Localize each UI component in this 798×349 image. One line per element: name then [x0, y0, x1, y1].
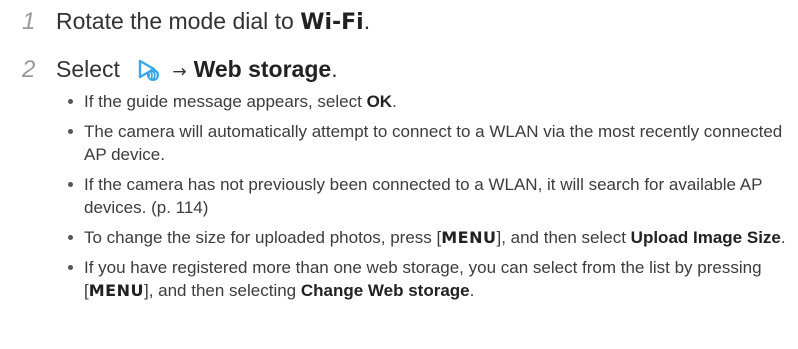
bullet-text: If the guide message appears, select	[84, 92, 367, 111]
step-number: 1	[22, 8, 36, 35]
bullet-list: If the guide message appears, select OK.…	[66, 90, 786, 309]
list-item: If the guide message appears, select OK.	[66, 90, 786, 113]
step-number: 2	[22, 56, 36, 83]
svg-text:))): )))	[149, 72, 157, 79]
bullet-text: To change the size for uploaded photos, …	[84, 228, 442, 247]
arrow-icon: →	[172, 62, 187, 82]
list-item: The camera will automatically attempt to…	[66, 120, 786, 166]
change-web-storage-label: Change Web storage	[300, 281, 470, 300]
web-storage-label: Web storage	[193, 56, 332, 82]
bullet-text: .	[392, 92, 397, 111]
ok-label: OK	[366, 92, 393, 111]
step-text: Rotate the mode dial to Wi-Fi.	[56, 6, 370, 38]
list-item: If you have registered more than one web…	[66, 256, 786, 302]
step-1: 1 Rotate the mode dial to Wi-Fi.	[22, 6, 370, 38]
bullet-text: .	[780, 228, 786, 247]
step-1-text: Rotate the mode dial to	[56, 8, 301, 34]
menu-key-label: MENU	[88, 281, 144, 300]
step-2-suffix: .	[331, 56, 338, 82]
upload-image-size-label: Upload Image Size	[630, 228, 781, 247]
bullet-text: ], and then selecting	[143, 281, 301, 300]
wifi-share-icon: )))	[136, 59, 160, 81]
select-label: Select	[56, 56, 120, 82]
list-item: If the camera has not previously been co…	[66, 173, 786, 219]
bullet-text: The camera will automatically attempt to…	[84, 122, 783, 164]
menu-key-label: MENU	[441, 228, 497, 247]
instruction-page: 1 Rotate the mode dial to Wi-Fi. 2 Selec…	[0, 0, 798, 349]
bullet-text: If the camera has not previously been co…	[84, 175, 763, 217]
step-text: Select ))) → Web storage.	[56, 54, 338, 87]
bullet-text: .	[469, 281, 475, 300]
step-1-suffix: .	[363, 8, 371, 34]
wifi-mode-label: Wi-Fi	[300, 10, 364, 35]
list-item: To change the size for uploaded photos, …	[66, 226, 786, 249]
step-2: 2 Select ))) → Web storage.	[22, 54, 338, 87]
bullet-text: ], and then select	[496, 228, 631, 247]
